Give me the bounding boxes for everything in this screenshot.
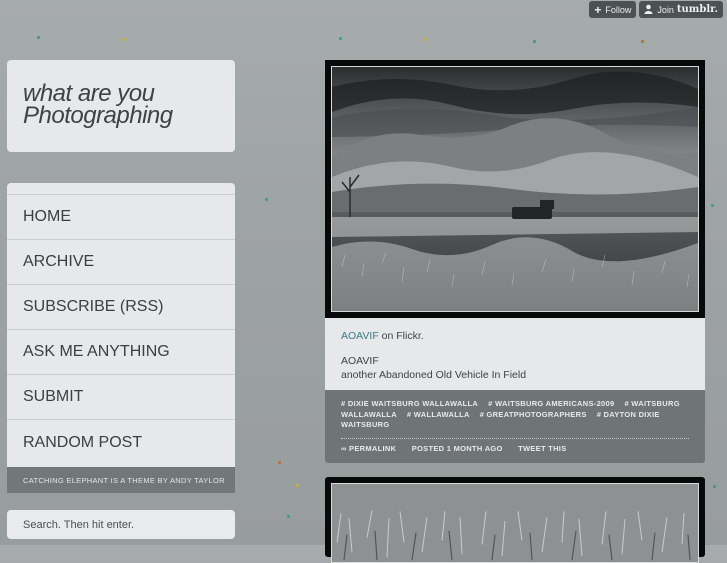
user-icon <box>644 4 653 16</box>
post-description: another Abandoned Old Vehicle In Field <box>341 369 527 381</box>
tag-list: # DIXIE WAITSBURG WALLAWALLA # WAITSBURG … <box>341 399 689 431</box>
confetti-dot <box>339 37 342 40</box>
tumblr-controls: + Follow Join tumblr. <box>589 1 723 18</box>
post-title: AOAVIF <box>341 355 379 367</box>
nav-item-subscribe[interactable]: SUBSCRIBE (RSS) <box>7 285 235 330</box>
confetti-dot <box>641 40 644 43</box>
confetti-dot <box>296 484 299 487</box>
nav-item-home[interactable]: HOME <box>7 195 235 240</box>
confetti-dot <box>37 36 40 39</box>
join-label: Join <box>657 4 674 15</box>
nav-top-strip <box>7 183 235 195</box>
blog-title-line2: Photographing <box>23 102 173 129</box>
landscape-photo-image <box>332 67 698 311</box>
confetti-dot <box>278 461 281 464</box>
nav-item-submit[interactable]: SUBMIT <box>7 375 235 420</box>
photo-post-2 <box>325 477 705 563</box>
photo-post: AOAVIF on Flickr. AOAVIF another Abandon… <box>325 60 705 463</box>
tweet-this-link[interactable]: TWEET THIS <box>518 444 566 453</box>
post-meta: # DIXIE WAITSBURG WALLAWALLA # WAITSBURG … <box>325 390 705 463</box>
post-photo[interactable] <box>331 66 699 312</box>
posted-date-link[interactable]: POSTED 1 MONTH AGO <box>412 444 503 453</box>
follow-button[interactable]: + Follow <box>589 1 637 18</box>
nav-item-archive[interactable]: ARCHIVE <box>7 240 235 285</box>
source-link[interactable]: AOAVIF <box>341 330 379 342</box>
permalink-link[interactable]: ∞ PERMALINK <box>341 444 396 453</box>
confetti-dot <box>265 198 268 201</box>
photo-frame <box>325 60 705 318</box>
confetti-dot <box>424 38 427 41</box>
confetti-dot <box>122 38 125 41</box>
sidebar-nav: HOME ARCHIVE SUBSCRIBE (RSS) ASK ME ANYT… <box>7 183 235 493</box>
blog-title[interactable]: what are you Photographing <box>23 82 219 129</box>
search-input[interactable] <box>7 510 235 539</box>
source-suffix: on Flickr. <box>378 330 424 342</box>
post-caption: AOAVIF on Flickr. AOAVIF another Abandon… <box>325 318 705 390</box>
theme-credit[interactable]: CATCHING ELEPHANT IS A THEME BY ANDY TAY… <box>7 467 235 493</box>
meta-divider <box>341 437 689 439</box>
grass-photo-image <box>332 484 698 562</box>
tag-link[interactable]: # WAITSBURG AMERICANS-2009 <box>488 399 614 408</box>
join-tumblr-button[interactable]: Join tumblr. <box>639 1 723 18</box>
confetti-dot <box>533 40 536 43</box>
blog-title-box: what are you Photographing <box>7 60 235 152</box>
tumblr-logo: tumblr. <box>676 4 718 15</box>
confetti-dot <box>713 485 716 488</box>
post-photo-2[interactable] <box>331 483 699 563</box>
confetti-dot <box>711 204 714 207</box>
plus-icon: + <box>594 2 602 17</box>
tag-link[interactable]: # WALLAWALLA <box>407 410 470 419</box>
post-links: ∞ PERMALINK POSTED 1 MONTH AGO TWEET THI… <box>341 444 689 453</box>
tag-link[interactable]: # GREATPHOTOGRAPHERS <box>480 410 587 419</box>
tag-link[interactable]: # DIXIE WAITSBURG WALLAWALLA <box>341 399 478 408</box>
follow-label: Follow <box>605 4 632 15</box>
confetti-dot <box>287 515 290 518</box>
nav-item-random[interactable]: RANDOM POST <box>7 420 235 465</box>
photo-source: AOAVIF on Flickr. <box>341 330 689 342</box>
nav-item-ask[interactable]: ASK ME ANYTHING <box>7 330 235 375</box>
